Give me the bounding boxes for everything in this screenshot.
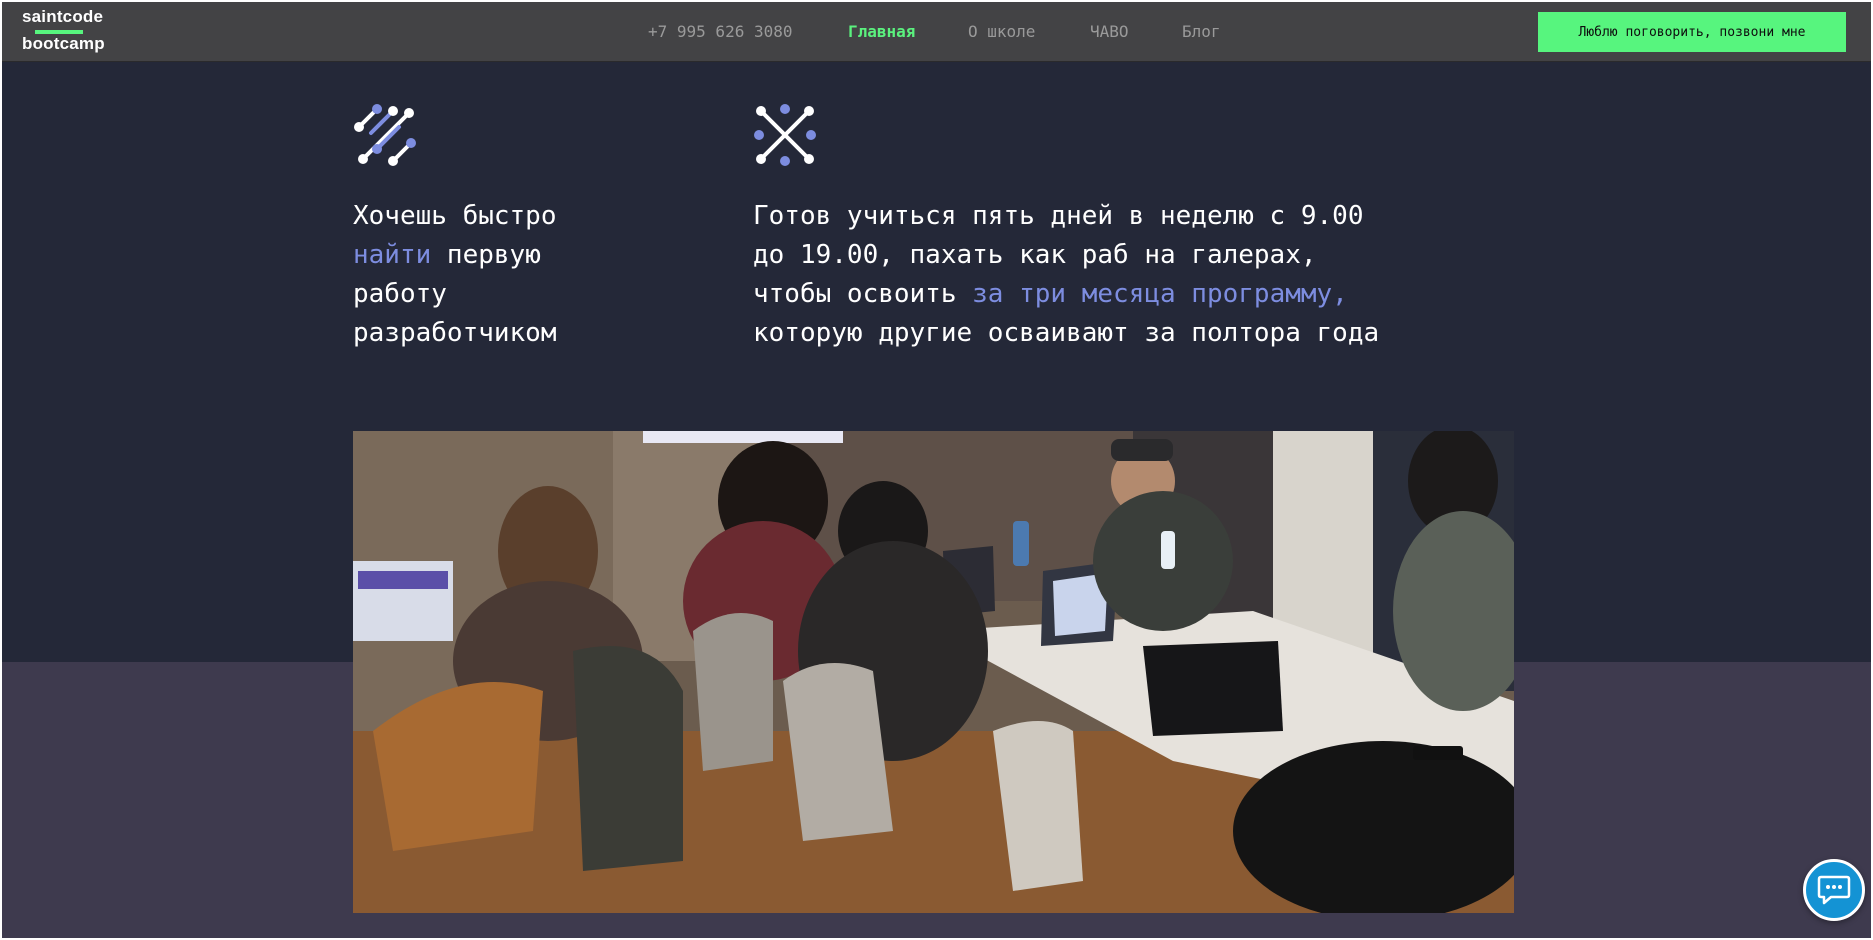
molecule-diagonal-icon [354,104,416,166]
logo[interactable]: saintcode bootcamp [22,7,142,57]
text-line: разработчиком [353,318,557,348]
page: saintcode bootcamp +7 995 626 3080 Главн… [0,0,1873,940]
molecule-cross-icon [754,104,816,166]
nav-item-home[interactable]: Главная [848,22,915,41]
chat-bubble-icon [1817,875,1851,905]
nav-item-blog[interactable]: Блог [1182,22,1221,41]
highlight-text: найти [353,240,432,270]
classroom-illustration [353,431,1514,913]
site-header: saintcode bootcamp +7 995 626 3080 Главн… [2,2,1871,62]
feature-block-study-intense: Готов учиться пять дней в неделю с 9.00 … [753,103,1433,353]
classroom-photo [353,431,1514,913]
feature-block-find-job: Хочешь быстро найти первую работу разраб… [353,103,683,353]
text-line: Хочешь быстро [353,201,557,231]
feature-text-find-job: Хочешь быстро найти первую работу разраб… [353,197,683,353]
call-me-button[interactable]: Люблю поговорить, позвони мне [1538,12,1846,52]
nav-phone-link[interactable]: +7 995 626 3080 [648,22,793,41]
highlight-text: за три месяца программу, [972,279,1348,309]
logo-text-bootcamp: bootcamp [22,34,105,53]
text-line: Готов учиться пять дней в неделю с 9.00 [753,201,1364,231]
feature-text-study: Готов учиться пять дней в неделю с 9.00 … [753,197,1433,353]
text-line: чтобы освоить за три месяца программу, [753,279,1348,309]
text-line: до 19.00, пахать как раб на галерах, [753,240,1317,270]
text-line: которую другие осваивают за полтора года [753,318,1380,348]
logo-text-saintcode: saintcode [22,7,104,26]
chat-widget-button[interactable] [1803,859,1865,921]
nav-item-about[interactable]: О школе [968,22,1035,41]
text-line: найти первую [353,240,541,270]
text-line: работу [353,279,447,309]
nav-item-faq[interactable]: ЧАВО [1090,22,1129,41]
